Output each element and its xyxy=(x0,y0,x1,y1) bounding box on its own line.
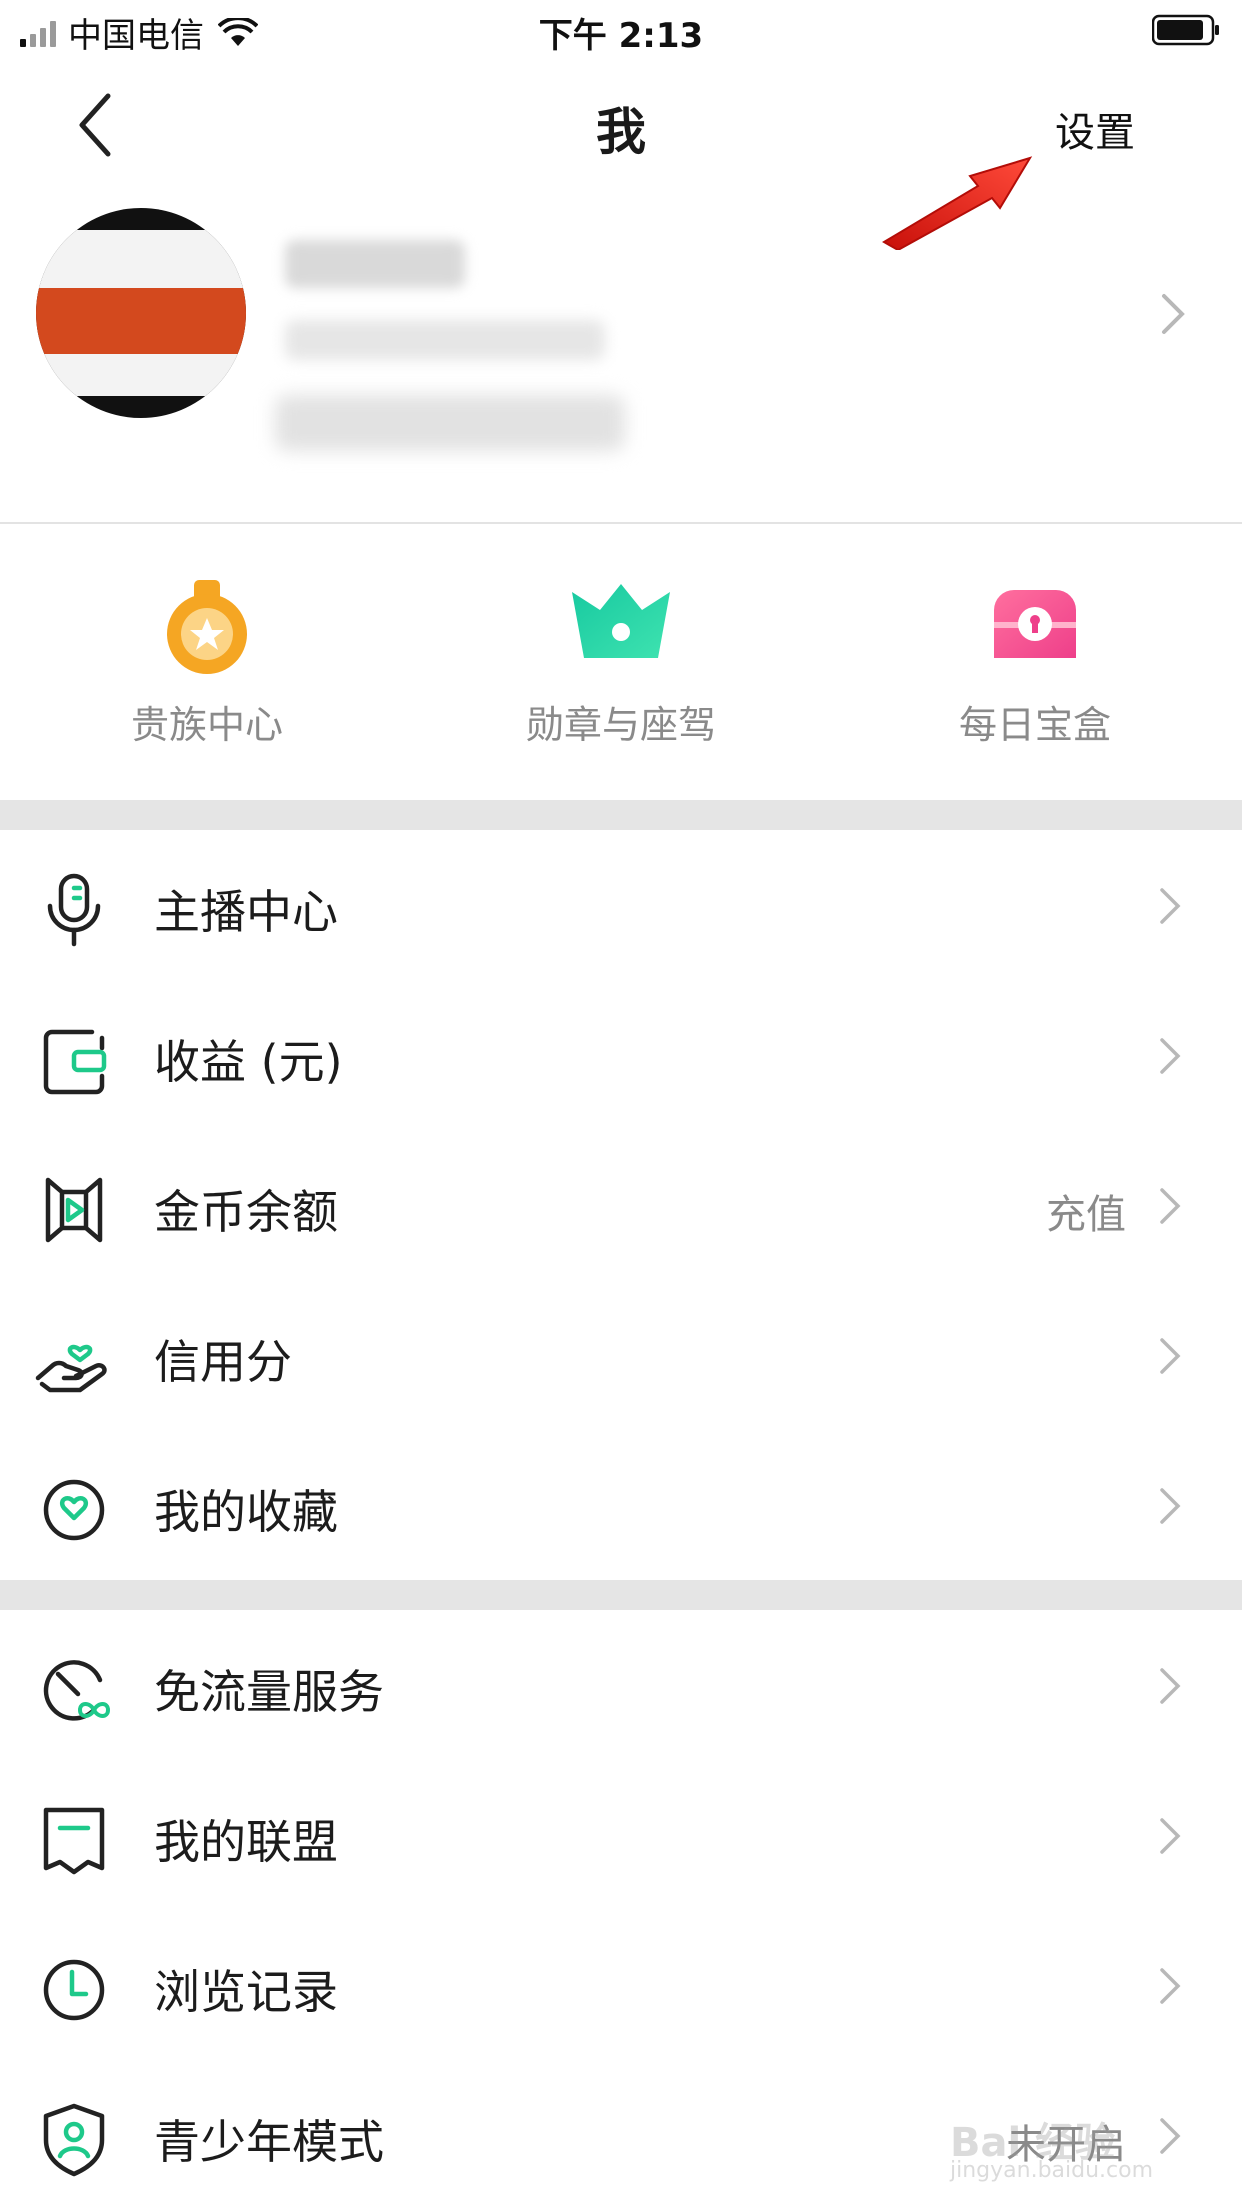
menu-item-data-free[interactable]: 免流量服务 xyxy=(0,1610,1242,1760)
menu-label: 收益 (元) xyxy=(154,1035,343,1089)
tile-label: 勋章与座驾 xyxy=(525,703,716,747)
menu-item-earnings[interactable]: 收益 (元) xyxy=(0,980,1242,1130)
menu-label: 信用分 xyxy=(154,1335,292,1389)
divider xyxy=(0,522,1242,524)
battery-icon xyxy=(1152,14,1219,46)
chevron-right-icon xyxy=(1160,1968,1181,2004)
nav-bar: 我 设置 xyxy=(0,62,1242,192)
menu-item-anchor-center[interactable]: 主播中心 xyxy=(0,830,1242,980)
menu-label: 金币余额 xyxy=(154,1185,338,1239)
section-separator xyxy=(0,1580,1242,1610)
username-blurred xyxy=(285,240,465,288)
menu-label: 我的收藏 xyxy=(154,1485,338,1539)
chevron-right-icon xyxy=(1160,1488,1181,1524)
tile-label: 每日宝盒 xyxy=(958,703,1111,747)
chevron-right-icon xyxy=(1160,888,1181,924)
coin-balance-icon xyxy=(45,1177,103,1243)
user-id-blurred xyxy=(285,320,605,360)
section-separator xyxy=(0,800,1242,830)
clock-icon xyxy=(43,1959,105,2021)
wallet-icon xyxy=(43,1029,107,1095)
chevron-right-icon xyxy=(1160,1818,1181,1854)
user-stats-blurred xyxy=(275,395,625,451)
profile-card[interactable] xyxy=(0,200,1242,520)
menu-group-1: 主播中心 收益 (元) 金币余额 充值 信用分 我的收藏 xyxy=(0,830,1242,1580)
menu-item-coin-balance[interactable]: 金币余额 充值 xyxy=(0,1130,1242,1280)
chevron-right-icon xyxy=(1160,1668,1181,1704)
medal-icon xyxy=(167,580,247,674)
status-bar: 中国电信 下午 2:13 xyxy=(0,0,1242,62)
baidu-watermark: Bai 经验 jingyan.baidu.com xyxy=(950,2080,1190,2190)
chevron-right-icon xyxy=(1160,1188,1181,1224)
tile-daily-box[interactable]: 每日宝盒 xyxy=(828,570,1242,770)
chevron-right-icon xyxy=(1160,1338,1181,1374)
data-free-icon xyxy=(43,1660,111,1721)
avatar[interactable] xyxy=(36,208,246,418)
menu-label: 主播中心 xyxy=(154,885,338,939)
settings-button[interactable]: 设置 xyxy=(1055,100,1135,158)
status-time: 下午 2:13 xyxy=(538,16,704,56)
heart-hand-icon xyxy=(35,1344,107,1393)
chevron-right-icon xyxy=(1162,294,1185,334)
recharge-label[interactable]: 充值 xyxy=(1046,1182,1126,1240)
chevron-right-icon xyxy=(1160,1038,1181,1074)
menu-item-history[interactable]: 浏览记录 xyxy=(0,1910,1242,2060)
tile-medals-rides[interactable]: 勋章与座驾 xyxy=(414,570,828,770)
alliance-icon xyxy=(43,1807,105,1875)
menu-label: 青少年模式 xyxy=(154,2115,384,2169)
menu-label: 浏览记录 xyxy=(154,1965,338,2019)
menu-item-alliance[interactable]: 我的联盟 xyxy=(0,1760,1242,1910)
watermark-url: jingyan.baidu.com xyxy=(950,2158,1154,2183)
shield-user-icon xyxy=(43,2103,105,2177)
menu-label: 免流量服务 xyxy=(154,1665,384,1719)
treasure-box-icon xyxy=(994,590,1076,658)
microphone-icon xyxy=(47,873,101,947)
menu-label: 我的联盟 xyxy=(154,1815,338,1869)
menu-item-favorites[interactable]: 我的收藏 xyxy=(0,1430,1242,1580)
tile-label: 贵族中心 xyxy=(130,703,283,747)
tile-noble-center[interactable]: 贵族中心 xyxy=(0,570,414,770)
menu-item-credit-score[interactable]: 信用分 xyxy=(0,1280,1242,1430)
heart-circle-icon xyxy=(43,1479,105,1541)
crown-icon xyxy=(572,584,670,658)
quick-tiles: 贵族中心 勋章与座驾 每日宝盒 xyxy=(0,570,1242,770)
